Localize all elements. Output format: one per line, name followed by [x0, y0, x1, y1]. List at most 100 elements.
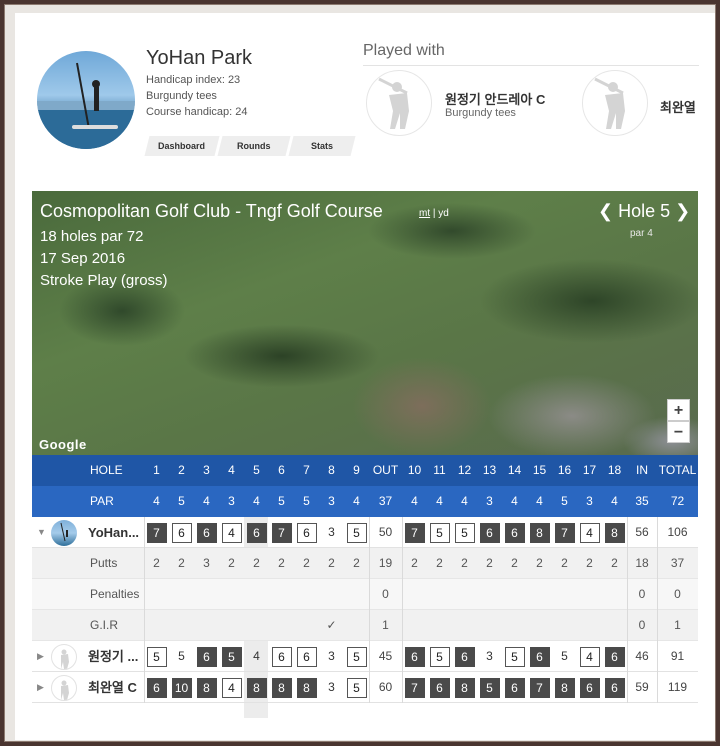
score-cell[interactable]: 8: [269, 672, 294, 703]
score-cell[interactable]: 50: [369, 517, 402, 548]
score-cell[interactable]: 6: [477, 517, 502, 548]
player-name[interactable]: 최완열 C: [88, 672, 137, 703]
hole-number-cell[interactable]: 1: [144, 455, 169, 486]
player-name[interactable]: 원정기 ...: [88, 641, 138, 672]
score-cell[interactable]: 45: [369, 641, 402, 672]
tab-rounds[interactable]: Rounds: [217, 136, 291, 156]
score-cell[interactable]: 10: [169, 672, 194, 703]
score-cell[interactable]: 3: [477, 641, 502, 672]
hole-number-cell[interactable]: 12: [452, 455, 477, 486]
tab-dashboard[interactable]: Dashboard: [144, 136, 220, 156]
score-cell[interactable]: 6: [502, 672, 527, 703]
score-cell[interactable]: 5: [144, 641, 169, 672]
hole-number-cell[interactable]: 13: [477, 455, 502, 486]
score-cell[interactable]: 8: [527, 517, 552, 548]
hole-number-cell[interactable]: OUT: [369, 455, 402, 486]
hole-number-cell[interactable]: IN: [627, 455, 657, 486]
player-avatar[interactable]: [366, 70, 432, 136]
hole-number-cell[interactable]: 11: [427, 455, 452, 486]
score-cell[interactable]: 5: [344, 672, 369, 703]
expand-caret-icon[interactable]: ▶: [37, 672, 44, 703]
player-avatar[interactable]: [582, 70, 648, 136]
score-cell[interactable]: 8: [194, 672, 219, 703]
score-cell[interactable]: 56: [627, 517, 657, 548]
hole-number-cell[interactable]: 15: [527, 455, 552, 486]
score-cell[interactable]: 4: [577, 641, 602, 672]
profile-avatar[interactable]: [37, 51, 135, 149]
expand-caret-icon[interactable]: ▶: [37, 641, 44, 672]
score-cell[interactable]: 8: [552, 672, 577, 703]
course-map-banner[interactable]: Cosmopolitan Golf Club - Tngf Golf Cours…: [32, 191, 698, 455]
score-cell[interactable]: 8: [602, 517, 627, 548]
score-cell[interactable]: 6: [169, 517, 194, 548]
score-cell[interactable]: 5: [502, 641, 527, 672]
score-cell[interactable]: 8: [244, 672, 269, 703]
hole-number-cell[interactable]: 10: [402, 455, 427, 486]
score-cell[interactable]: 6: [502, 517, 527, 548]
score-cell[interactable]: 5: [452, 517, 477, 548]
score-cell[interactable]: 7: [402, 517, 427, 548]
score-cell[interactable]: 46: [627, 641, 657, 672]
player-name[interactable]: 최완열: [660, 97, 696, 116]
player-score-row[interactable]: ▶ 원정기 ... 5 5 6 5 4 6 6 3 5 45 6 5 6 3 5 6 5 4 6 46 91: [32, 641, 698, 672]
score-cell[interactable]: 6: [577, 672, 602, 703]
hole-number-cell[interactable]: 8: [319, 455, 344, 486]
score-cell[interactable]: 4: [219, 672, 244, 703]
unit-yd[interactable]: yd: [438, 208, 449, 219]
score-cell[interactable]: 6: [269, 641, 294, 672]
hole-number-cell[interactable]: TOTAL: [657, 455, 698, 486]
score-cell[interactable]: 7: [552, 517, 577, 548]
hole-number-cell[interactable]: 16: [552, 455, 577, 486]
hole-number-cell[interactable]: 2: [169, 455, 194, 486]
score-cell[interactable]: 6: [602, 672, 627, 703]
score-cell[interactable]: 5: [427, 517, 452, 548]
player-score-row[interactable]: ▶ 최완열 C 6 10 8 4 8 8 8 3 5 60 7 6 8 5 6 7 8 6 6 59 119: [32, 672, 698, 703]
hole-number-cell[interactable]: 4: [219, 455, 244, 486]
score-cell[interactable]: 7: [269, 517, 294, 548]
collapse-caret-icon[interactable]: ▼: [37, 517, 46, 548]
score-cell[interactable]: 6: [194, 641, 219, 672]
score-cell[interactable]: 7: [144, 517, 169, 548]
score-cell[interactable]: 5: [344, 517, 369, 548]
score-cell[interactable]: 5: [552, 641, 577, 672]
hole-number-cell[interactable]: 7: [294, 455, 319, 486]
score-cell[interactable]: 6: [402, 641, 427, 672]
score-cell[interactable]: 8: [452, 672, 477, 703]
score-cell[interactable]: 6: [527, 641, 552, 672]
score-cell[interactable]: 3: [319, 641, 344, 672]
player-name[interactable]: YoHan...: [88, 517, 139, 548]
score-cell[interactable]: 5: [477, 672, 502, 703]
score-cell[interactable]: 6: [194, 517, 219, 548]
score-cell[interactable]: 6: [244, 517, 269, 548]
score-cell[interactable]: 3: [319, 517, 344, 548]
score-cell[interactable]: 119: [657, 672, 698, 703]
hole-number-cell[interactable]: 17: [577, 455, 602, 486]
prev-hole-button[interactable]: ❮: [598, 201, 613, 221]
zoom-in-button[interactable]: +: [667, 399, 690, 421]
player-name[interactable]: 원정기 안드레아 C: [445, 89, 545, 108]
score-cell[interactable]: 7: [527, 672, 552, 703]
score-cell[interactable]: 6: [294, 641, 319, 672]
score-cell[interactable]: 5: [427, 641, 452, 672]
tab-stats[interactable]: Stats: [288, 136, 356, 156]
score-cell[interactable]: 8: [294, 672, 319, 703]
score-cell[interactable]: 59: [627, 672, 657, 703]
next-hole-button[interactable]: ❯: [675, 201, 690, 221]
score-cell[interactable]: 4: [577, 517, 602, 548]
score-cell[interactable]: 5: [169, 641, 194, 672]
score-cell[interactable]: 5: [344, 641, 369, 672]
score-cell[interactable]: 6: [144, 672, 169, 703]
score-cell[interactable]: 5: [219, 641, 244, 672]
score-cell[interactable]: 6: [602, 641, 627, 672]
score-cell[interactable]: 6: [452, 641, 477, 672]
player-score-row[interactable]: ▼ YoHan... 7 6 6 4 6 7 6 3 5 50 7 5 5 6 6 8 7 4 8 56 106: [32, 517, 698, 548]
hole-number-cell[interactable]: 18: [602, 455, 627, 486]
score-cell[interactable]: 4: [244, 641, 269, 672]
hole-number-cell[interactable]: 5: [244, 455, 269, 486]
hole-number-cell[interactable]: 14: [502, 455, 527, 486]
score-cell[interactable]: 7: [402, 672, 427, 703]
score-cell[interactable]: 6: [294, 517, 319, 548]
score-cell[interactable]: 60: [369, 672, 402, 703]
score-cell[interactable]: 6: [427, 672, 452, 703]
score-cell[interactable]: 4: [219, 517, 244, 548]
